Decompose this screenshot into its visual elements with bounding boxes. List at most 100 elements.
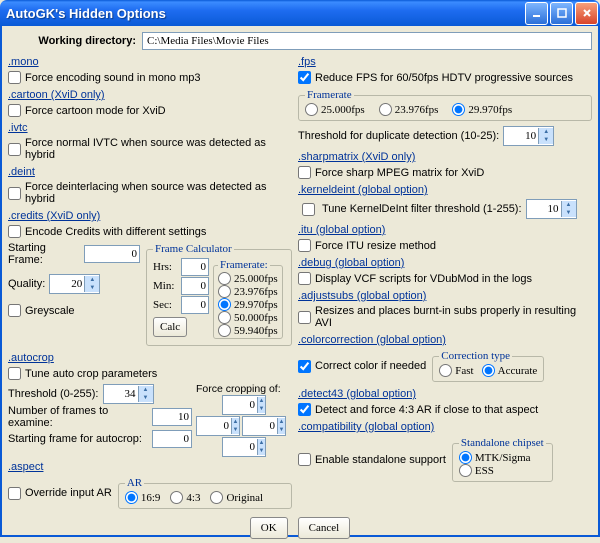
detect43-checkbox[interactable] — [298, 403, 311, 416]
deint-label: Force deinterlacing when source was dete… — [25, 181, 292, 205]
threshold-label: Threshold (0-255): — [8, 388, 99, 400]
fps-label: Reduce FPS for 60/50fps HDTV progressive… — [315, 72, 573, 84]
hrs-input[interactable] — [181, 258, 209, 276]
mono-checkbox[interactable] — [8, 71, 21, 84]
hrs-label: Hrs: — [153, 261, 177, 273]
section-sharp: .sharpmatrix (XviD only) — [298, 151, 592, 163]
sharp-label: Force sharp MPEG matrix for XviD — [315, 167, 484, 179]
force-crop-label: Force cropping of: — [196, 383, 292, 395]
section-itu: .itu (global option) — [298, 224, 592, 236]
dup-threshold-label: Threshold for duplicate detection (10-25… — [298, 130, 499, 142]
kdeint-label: Tune KernelDeInt filter threshold (1-255… — [322, 203, 522, 215]
fc-fr-23[interactable] — [218, 285, 231, 298]
numframes-input[interactable] — [152, 408, 192, 426]
credits-checkbox[interactable] — [8, 225, 21, 238]
quality-label: Quality: — [8, 278, 45, 290]
calc-button[interactable]: Calc — [153, 317, 187, 337]
greyscale-checkbox[interactable] — [8, 304, 21, 317]
framerate-legend: Framerate — [305, 89, 354, 101]
deint-checkbox[interactable] — [8, 187, 21, 200]
sec-input[interactable] — [181, 296, 209, 314]
cancel-button[interactable]: Cancel — [298, 517, 351, 539]
section-colorcorrection: .colorcorrection (global option) — [298, 334, 592, 346]
section-debug: .debug (global option) — [298, 257, 592, 269]
ok-button[interactable]: OK — [250, 517, 288, 539]
cc-checkbox[interactable] — [298, 360, 311, 373]
crop-left-spinner[interactable]: ▲▼ — [196, 416, 240, 436]
ac-startframe-label: Starting frame for autocrop: — [8, 433, 148, 445]
aspect-checkbox[interactable] — [8, 487, 21, 500]
crop-right-spinner[interactable]: ▲▼ — [242, 416, 286, 436]
section-kdeint: .kerneldeint (global option) — [298, 184, 592, 196]
cartoon-checkbox[interactable] — [8, 104, 21, 117]
numframes-label: Number of frames to examine: — [8, 405, 148, 429]
kdeint-spinner[interactable]: ▲▼ — [526, 199, 577, 219]
ar-orig[interactable] — [210, 491, 223, 504]
min-input[interactable] — [181, 277, 209, 295]
ar-169[interactable] — [125, 491, 138, 504]
section-cartoon: .cartoon (XviD only) — [8, 89, 292, 101]
section-aspect: .aspect — [8, 461, 292, 473]
credits-label: Encode Credits with different settings — [25, 226, 206, 238]
fc-fr-29[interactable] — [218, 298, 231, 311]
section-ivtc: .ivtc — [8, 122, 292, 134]
ac-startframe-input[interactable] — [152, 430, 192, 448]
itu-label: Force ITU resize method — [315, 240, 436, 252]
mono-label: Force encoding sound in mono mp3 — [25, 72, 201, 84]
cc-legend: Correction type — [439, 350, 512, 362]
threshold-spinner[interactable]: ▲▼ — [103, 384, 154, 404]
itu-checkbox[interactable] — [298, 239, 311, 252]
crop-top-spinner[interactable]: ▲▼ — [222, 395, 266, 415]
section-detect43: .detect43 (global option) — [298, 388, 592, 400]
section-compatibility: .compatibility (global option) — [298, 421, 592, 433]
detect43-label: Detect and force 4:3 AR if close to that… — [315, 404, 538, 416]
working-directory-input[interactable] — [142, 32, 592, 50]
cc-fast[interactable] — [439, 364, 452, 377]
fps-23[interactable] — [379, 103, 392, 116]
fps-29[interactable] — [452, 103, 465, 116]
ivtc-checkbox[interactable] — [8, 143, 21, 156]
fc-fr-59[interactable] — [218, 324, 231, 337]
cartoon-label: Force cartoon mode for XviD — [25, 105, 166, 117]
minimize-button[interactable] — [525, 2, 548, 25]
compat-checkbox[interactable] — [298, 453, 311, 466]
fps-checkbox[interactable] — [298, 71, 311, 84]
fc-fr-25[interactable] — [218, 272, 231, 285]
kdeint-checkbox[interactable] — [302, 203, 315, 216]
ar-43[interactable] — [170, 491, 183, 504]
debug-checkbox[interactable] — [298, 272, 311, 285]
dup-threshold-spinner[interactable]: ▲▼ — [503, 126, 554, 146]
chipset-ess[interactable] — [459, 464, 472, 477]
window-title: AutoGK's Hidden Options — [6, 6, 523, 21]
crop-bottom-spinner[interactable]: ▲▼ — [222, 437, 266, 457]
adjustsubs-checkbox[interactable] — [298, 311, 311, 324]
frame-calc-legend: Frame Calculator — [153, 243, 234, 255]
aspect-label: Override input AR — [25, 487, 112, 499]
greyscale-label: Greyscale — [25, 305, 75, 317]
starting-frame-label: Starting Frame: — [8, 242, 80, 266]
section-adjustsubs: .adjustsubs (global option) — [298, 290, 592, 302]
starting-frame-input[interactable] — [84, 245, 140, 263]
cc-accurate[interactable] — [482, 364, 495, 377]
section-autocrop: .autocrop — [8, 352, 292, 364]
quality-spinner[interactable]: ▲▼ — [49, 274, 100, 294]
fc-fr-50[interactable] — [218, 311, 231, 324]
autocrop-checkbox[interactable] — [8, 367, 21, 380]
debug-label: Display VCF scripts for VDubMod in the l… — [315, 273, 532, 285]
compat-label: Enable standalone support — [315, 454, 446, 466]
close-button[interactable] — [575, 2, 598, 25]
ar-legend: AR — [125, 477, 144, 489]
autocrop-label: Tune auto crop parameters — [25, 368, 157, 380]
fps-25[interactable] — [305, 103, 318, 116]
fc-framerate-legend: Framerate: — [218, 259, 270, 271]
section-mono: .mono — [8, 56, 292, 68]
adjustsubs-label: Resizes and places burnt-in subs properl… — [315, 305, 592, 329]
sharp-checkbox[interactable] — [298, 166, 311, 179]
section-fps: .fps — [298, 56, 592, 68]
maximize-button[interactable] — [550, 2, 573, 25]
working-directory-label: Working directory: — [8, 35, 136, 47]
chipset-mtk[interactable] — [459, 451, 472, 464]
section-deint: .deint — [8, 166, 292, 178]
section-credits: .credits (XviD only) — [8, 210, 292, 222]
min-label: Min: — [153, 280, 177, 292]
